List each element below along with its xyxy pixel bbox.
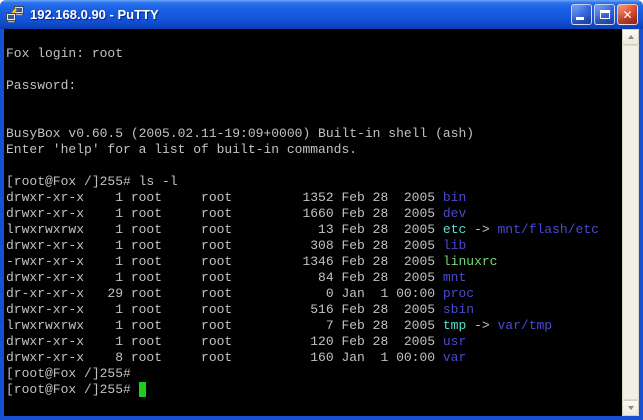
chevron-up-icon bbox=[628, 35, 634, 39]
filename-dir: mnt bbox=[443, 270, 466, 285]
two-computers-lightning-icon bbox=[6, 6, 24, 23]
terminal-line: drwxr-xr-x 1 root root 84 Feb 28 2005 mn… bbox=[6, 270, 622, 286]
close-button[interactable]: ✕ bbox=[617, 4, 638, 25]
terminal-text: [root@Fox /]255# ls -l bbox=[6, 174, 178, 189]
filename-dir: proc bbox=[443, 286, 474, 301]
terminal-line: drwxr-xr-x 1 root root 1660 Feb 28 2005 … bbox=[6, 206, 622, 222]
terminal-line: dr-xr-xr-x 29 root root 0 Jan 1 00:00 pr… bbox=[6, 286, 622, 302]
terminal-text: lrwxrwxrwx 1 root root 7 Feb 28 2005 bbox=[6, 318, 443, 333]
terminal-line: drwxr-xr-x 1 root root 120 Feb 28 2005 u… bbox=[6, 334, 622, 350]
minimize-icon bbox=[576, 17, 584, 20]
chevron-down-icon bbox=[628, 406, 634, 410]
terminal-text: drwxr-xr-x 1 root root 308 Feb 28 2005 bbox=[6, 238, 443, 253]
terminal-text: drwxr-xr-x 8 root root 160 Jan 1 00:00 bbox=[6, 350, 443, 365]
terminal-text: drwxr-xr-x 1 root root 516 Feb 28 2005 bbox=[6, 302, 443, 317]
filename-link: etc bbox=[443, 222, 466, 237]
maximize-button[interactable] bbox=[594, 4, 615, 25]
terminal-text: Fox login: root bbox=[6, 46, 123, 61]
filename-exec: linuxrc bbox=[443, 254, 498, 269]
terminal-line: drwxr-xr-x 1 root root 1352 Feb 28 2005 … bbox=[6, 190, 622, 206]
terminal-line: drwxr-xr-x 1 root root 516 Feb 28 2005 s… bbox=[6, 302, 622, 318]
maximize-icon bbox=[600, 10, 610, 19]
window-body: Fox login: root Password: BusyBox v0.60.5 … bbox=[0, 29, 643, 420]
terminal-line bbox=[6, 110, 622, 126]
terminal-text: BusyBox v0.60.5 (2005.02.11-19:09+0000) … bbox=[6, 126, 474, 141]
filename-dir: dev bbox=[443, 206, 466, 221]
scroll-down-button[interactable] bbox=[622, 400, 639, 416]
filename-dir: lib bbox=[443, 238, 466, 253]
scrollbar-track[interactable] bbox=[622, 45, 639, 400]
terminal-text: -rwxr-xr-x 1 root root 1346 Feb 28 2005 bbox=[6, 254, 443, 269]
terminal-text: [root@Fox /]255# bbox=[6, 382, 139, 397]
putty-window: 192.168.0.90 - PuTTY ✕ Fox login: root Pa… bbox=[0, 0, 643, 420]
terminal-text: drwxr-xr-x 1 root root 120 Feb 28 2005 bbox=[6, 334, 443, 349]
terminal-text: lrwxrwxrwx 1 root root 13 Feb 28 2005 bbox=[6, 222, 443, 237]
scrollbar-thumb[interactable] bbox=[622, 45, 639, 400]
terminal-line: [root@Fox /]255# ls -l bbox=[6, 174, 622, 190]
terminal-line: Enter 'help' for a list of built-in comm… bbox=[6, 142, 622, 158]
terminal-line: drwxr-xr-x 8 root root 160 Jan 1 00:00 v… bbox=[6, 350, 622, 366]
terminal-text: -> bbox=[466, 318, 497, 333]
filename-dir: var bbox=[443, 350, 466, 365]
close-icon: ✕ bbox=[622, 9, 632, 21]
terminal-text: Password: bbox=[6, 78, 76, 93]
terminal-screen[interactable]: Fox login: root Password: BusyBox v0.60.5 … bbox=[4, 29, 622, 416]
terminal-line: drwxr-xr-x 1 root root 308 Feb 28 2005 l… bbox=[6, 238, 622, 254]
terminal-line: Fox login: root bbox=[6, 46, 622, 62]
window-title: 192.168.0.90 - PuTTY bbox=[30, 7, 571, 22]
terminal-text: drwxr-xr-x 1 root root 84 Feb 28 2005 bbox=[6, 270, 443, 285]
scroll-up-button[interactable] bbox=[622, 29, 639, 45]
filename-link: tmp bbox=[443, 318, 466, 333]
terminal-line bbox=[6, 158, 622, 174]
terminal-line bbox=[6, 94, 622, 110]
window-controls: ✕ bbox=[571, 4, 638, 25]
terminal-text: drwxr-xr-x 1 root root 1352 Feb 28 2005 bbox=[6, 190, 443, 205]
terminal-line: [root@Fox /]255# bbox=[6, 382, 622, 398]
terminal-line: Password: bbox=[6, 78, 622, 94]
minimize-button[interactable] bbox=[571, 4, 592, 25]
terminal-text: dr-xr-xr-x 29 root root 0 Jan 1 00:00 bbox=[6, 286, 443, 301]
filename-dir: bin bbox=[443, 190, 466, 205]
titlebar[interactable]: 192.168.0.90 - PuTTY ✕ bbox=[0, 0, 643, 29]
terminal-text: [root@Fox /]255# bbox=[6, 366, 131, 381]
terminal-line: lrwxrwxrwx 1 root root 13 Feb 28 2005 et… bbox=[6, 222, 622, 238]
terminal-line: lrwxrwxrwx 1 root root 7 Feb 28 2005 tmp… bbox=[6, 318, 622, 334]
scrollbar[interactable] bbox=[622, 29, 639, 416]
filename-dir: mnt/flash/etc bbox=[498, 222, 599, 237]
terminal-text: drwxr-xr-x 1 root root 1660 Feb 28 2005 bbox=[6, 206, 443, 221]
terminal-line: [root@Fox /]255# bbox=[6, 366, 622, 382]
terminal-cursor bbox=[139, 382, 147, 397]
terminal-line: BusyBox v0.60.5 (2005.02.11-19:09+0000) … bbox=[6, 126, 622, 142]
terminal-text: Enter 'help' for a list of built-in comm… bbox=[6, 142, 357, 157]
putty-app-icon bbox=[5, 6, 25, 24]
terminal-text: -> bbox=[466, 222, 497, 237]
terminal-line bbox=[6, 62, 622, 78]
filename-dir: usr bbox=[443, 334, 466, 349]
terminal-line: -rwxr-xr-x 1 root root 1346 Feb 28 2005 … bbox=[6, 254, 622, 270]
terminal-line bbox=[6, 30, 622, 46]
filename-dir: sbin bbox=[443, 302, 474, 317]
filename-dir: var/tmp bbox=[498, 318, 553, 333]
